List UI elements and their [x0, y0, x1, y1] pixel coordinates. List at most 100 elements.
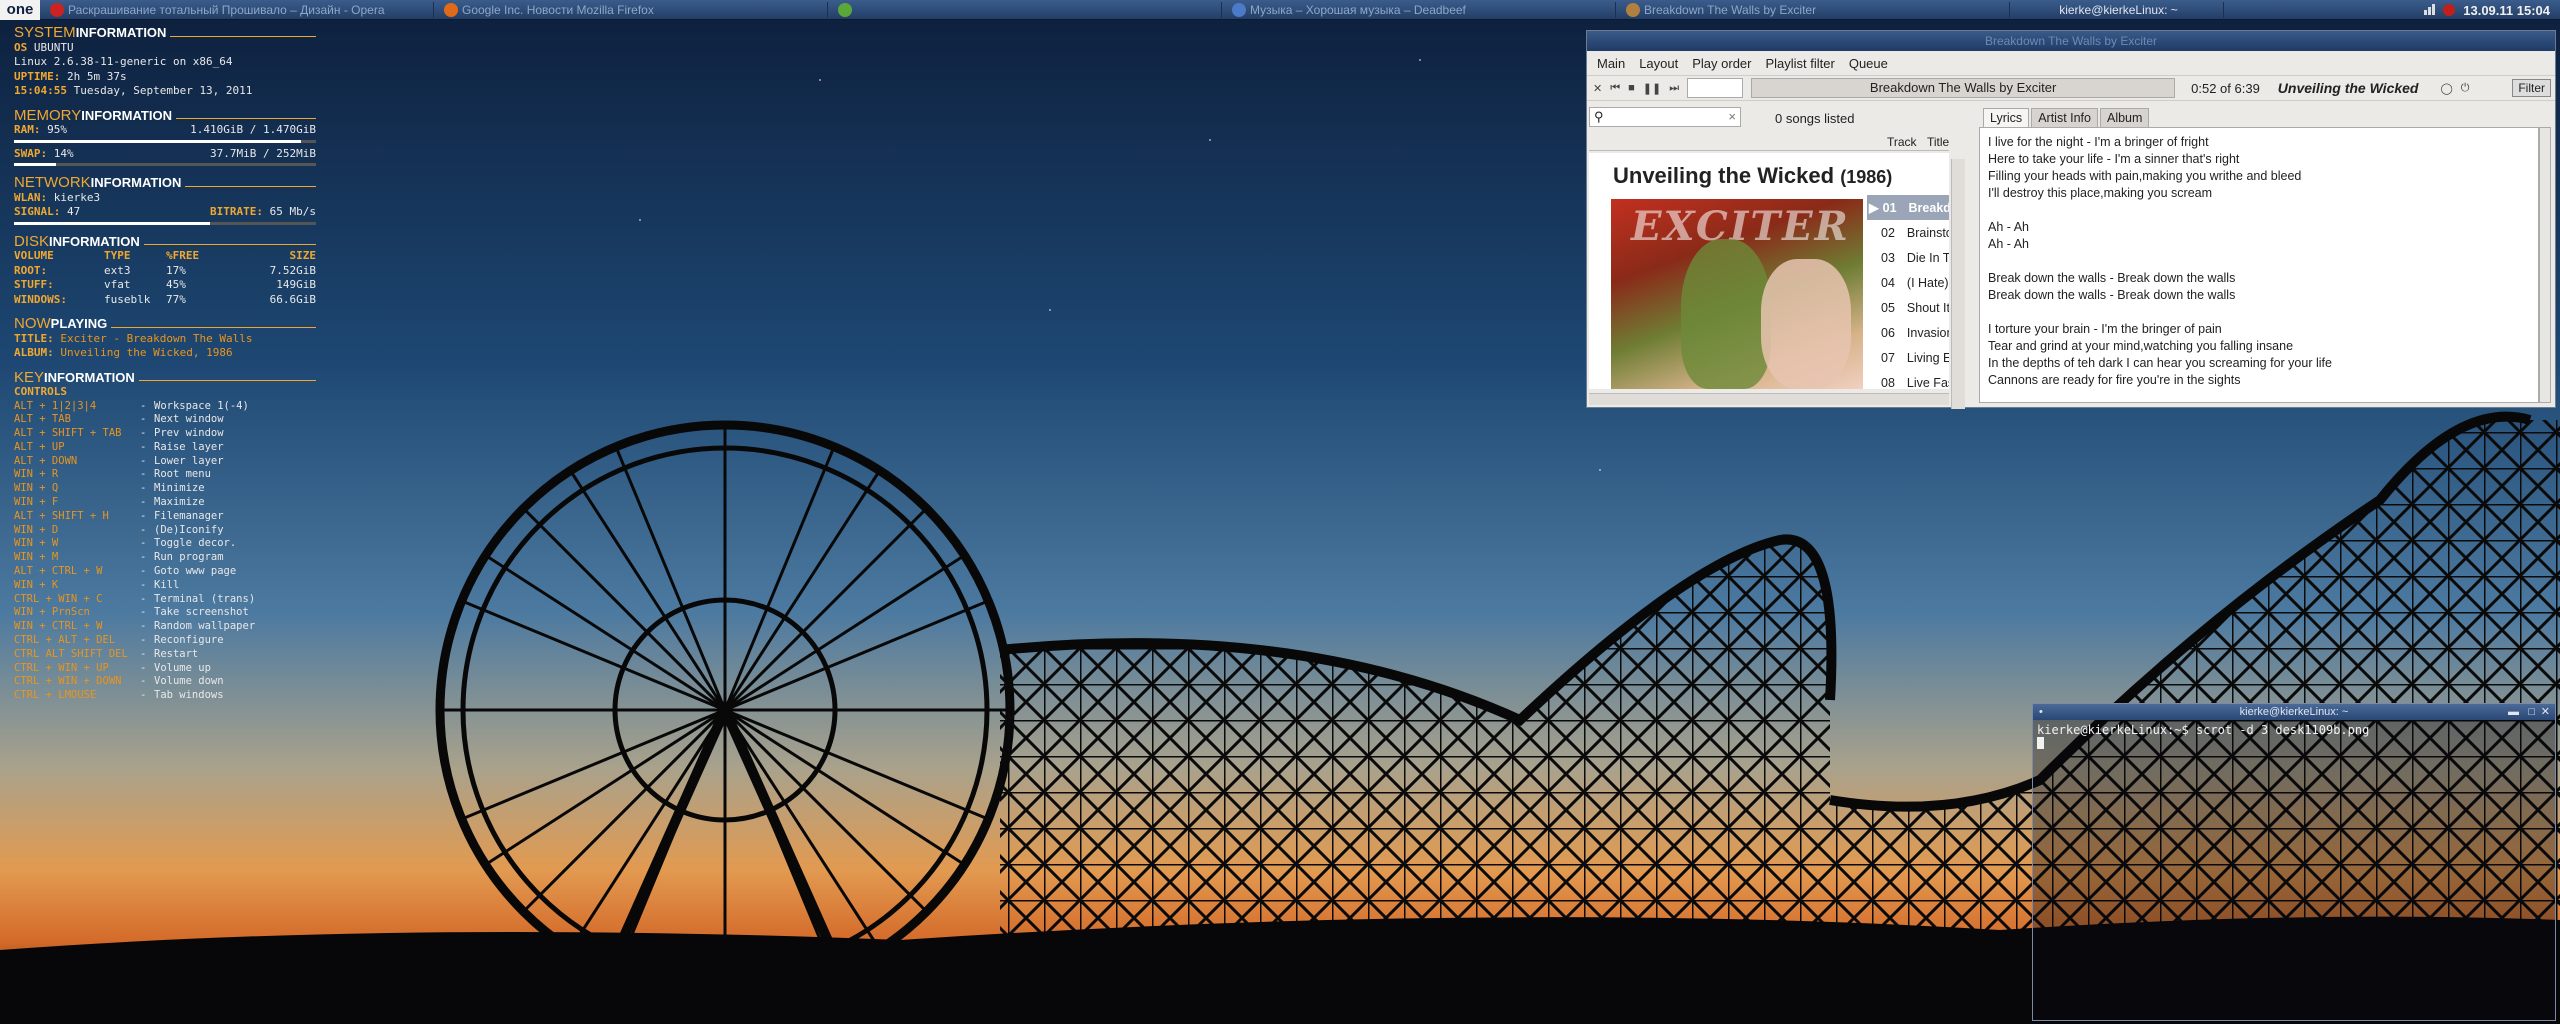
keybinding-row: WIN + CTRL + W - Random wallpaper: [14, 620, 316, 634]
track-row[interactable]: 02 Brainstorm: [1867, 220, 1949, 245]
clear-search-icon[interactable]: ×: [1728, 109, 1736, 124]
keybinding-keys: ALT + CTRL + W: [14, 565, 103, 578]
seek-slider[interactable]: [1687, 78, 1744, 98]
column-title[interactable]: Title: [1927, 135, 1949, 149]
window-menu-icon[interactable]: •: [2039, 704, 2043, 720]
menu-queue[interactable]: Queue: [1849, 56, 1888, 71]
power-icon[interactable]: ⏻: [2461, 82, 2470, 95]
disk-heading: DISK INFORMATION: [14, 234, 316, 250]
playlist-hscrollbar[interactable]: [1589, 393, 1949, 405]
player-menubar: Main Layout Play order Playlist filter Q…: [1587, 51, 2555, 75]
track-number: 05: [1881, 300, 1895, 315]
track-row[interactable]: ▶01 Breakdown The Walls: [1867, 195, 1949, 220]
next-icon[interactable]: ⏭: [1669, 82, 1679, 95]
signal-bar: [14, 221, 316, 225]
taskbar: one Раскрашивание тотальный Прошивало – …: [0, 0, 2560, 20]
menu-main[interactable]: Main: [1597, 56, 1625, 71]
close-icon[interactable]: ✕: [2541, 704, 2550, 720]
column-track[interactable]: Track: [1887, 135, 1917, 149]
track-title: Living Evil: [1906, 350, 1949, 365]
minimize-icon[interactable]: ▬: [2508, 704, 2519, 720]
player-titlebar[interactable]: Breakdown The Walls by Exciter: [1587, 31, 2555, 51]
keybinding-row: CTRL + WIN + C - Terminal (trans): [14, 593, 316, 607]
keybinding-action: Maximize: [154, 496, 205, 509]
system-tray: 13.09.11 15:04: [2424, 0, 2560, 20]
disk-cell: ROOT:: [14, 263, 48, 277]
tab-album[interactable]: Album: [2099, 108, 2150, 127]
disk-header-cell: VOLUME: [14, 249, 54, 262]
lyrics-line: I live for the night - I'm a bringer of …: [1988, 135, 2209, 149]
playlist-scrollbar[interactable]: [1951, 159, 1965, 409]
tab-artist-info[interactable]: Artist Info: [2031, 108, 2098, 127]
taskbar-item-player-window[interactable]: Breakdown The Walls by Exciter: [1620, 1, 2010, 18]
search-input[interactable]: ⚲ ×: [1589, 107, 1741, 127]
taskbar-item-terminal[interactable]: kierke@kierkeLinux: ~: [2014, 1, 2224, 18]
stop-icon[interactable]: ■: [1628, 82, 1635, 94]
opera-icon: [50, 2, 64, 17]
shuffle-icon[interactable]: ✕: [1593, 82, 1602, 95]
keybinding-row: CTRL ALT SHIFT DEL - Restart: [14, 648, 316, 662]
taskbar-item-deadbeef[interactable]: Музыка – Хорошая музыка – Deadbeef: [1226, 1, 1616, 18]
lyrics-line: [1988, 253, 2530, 270]
swap-bar: [14, 163, 316, 166]
network-signal-icon[interactable]: [2424, 3, 2436, 18]
conky-panel: SYSTEM INFORMATION OS UBUNTU Linux 2.6.38…: [14, 24, 316, 702]
keybinding-action: Minimize: [154, 482, 205, 495]
taskbar-item-app[interactable]: [832, 1, 1222, 18]
keybinding-keys: ALT + 1|2|3|4: [14, 399, 97, 412]
keybinding-separator: -: [140, 454, 147, 467]
terminal-titlebar[interactable]: • kierke@kierkeLinux: ~ ▬ □ ✕: [2033, 704, 2555, 720]
menu-layout[interactable]: Layout: [1639, 56, 1678, 71]
menu-play-order[interactable]: Play order: [1692, 56, 1751, 71]
playing-icon: ▶: [1869, 201, 1879, 215]
keybinding-keys: WIN + R: [14, 468, 59, 481]
filter-button[interactable]: Filter: [2512, 79, 2551, 97]
player-icon: [1232, 2, 1246, 17]
keybinding-action: Raise layer: [154, 440, 224, 453]
keybinding-row: WIN + W - Toggle decor.: [14, 537, 316, 551]
keybinding-row: CTRL + WIN + DOWN - Volume down: [14, 675, 316, 689]
track-row[interactable]: 04 (I Hate) School Rules: [1867, 270, 1949, 295]
keybinding-separator: -: [140, 468, 147, 481]
playback-time: 0:52 of 6:39: [2191, 80, 2260, 96]
keys-heading: KEY INFORMATION: [14, 370, 316, 386]
taskbar-item-opera[interactable]: Раскрашивание тотальный Прошивало – Диза…: [44, 1, 434, 18]
info-pane: Lyrics Artist Info Album I live for the …: [1979, 105, 2553, 405]
track-row[interactable]: 06 Invasion: [1867, 320, 1949, 345]
firefox-icon: [444, 2, 458, 17]
keybinding-separator: -: [140, 496, 147, 509]
clock[interactable]: 13.09.11 15:04: [2463, 3, 2550, 18]
search-icon: ⚲: [1594, 109, 1604, 124]
menu-playlist-filter[interactable]: Playlist filter: [1765, 56, 1834, 71]
music-icon: [1626, 2, 1640, 17]
keybinding-keys: ALT + DOWN: [14, 454, 78, 467]
keybinding-action: Restart: [154, 647, 199, 660]
track-row[interactable]: 05 Shout It Out: [1867, 295, 1949, 320]
alert-icon[interactable]: [2443, 4, 2456, 16]
lyrics-line: Ah - Ah: [1988, 237, 2029, 251]
keybinding-separator: -: [140, 689, 147, 702]
keybinding-separator: -: [140, 592, 147, 605]
tab-lyrics[interactable]: Lyrics: [1983, 108, 2030, 127]
maximize-icon[interactable]: □: [2528, 704, 2535, 720]
disk-cell: 45%: [166, 278, 186, 291]
lyrics-line: Here to take your life - I'm a sinner th…: [1988, 152, 2240, 166]
start-button[interactable]: one: [0, 0, 40, 20]
lyrics-line: Break down the walls - Break down the wa…: [1988, 271, 2236, 285]
keybinding-keys: WIN + F: [14, 496, 59, 509]
player-toolbar: ✕ ⏮ ■ ❚❚ ⏭ Breakdown The Walls by Excite…: [1587, 75, 2555, 101]
lyrics-scrollbar[interactable]: [2539, 127, 2551, 403]
keybinding-action: Terminal (trans): [154, 592, 256, 605]
keybinding-action: Toggle decor.: [154, 537, 237, 550]
previous-icon[interactable]: ⏮: [1610, 82, 1620, 95]
terminal-output[interactable]: kierke@kierkeLinux:~$ scrot -d 3 desk110…: [2033, 720, 2555, 755]
volume-icon[interactable]: ◯: [2440, 82, 2452, 95]
track-row[interactable]: 08 Live Fast, Die Young: [1867, 370, 1949, 390]
keybinding-action: Run program: [154, 551, 224, 564]
disk-cell: fuseblk: [104, 292, 151, 306]
track-row[interactable]: 07 Living Evil: [1867, 345, 1949, 370]
track-row[interactable]: 03 Die In The Night: [1867, 245, 1949, 270]
now-playing-display: Breakdown The Walls by Exciter: [1751, 78, 2176, 98]
pause-icon[interactable]: ❚❚: [1643, 82, 1661, 95]
taskbar-item-firefox[interactable]: Google Inc. Новости Mozilla Firefox: [438, 1, 828, 18]
